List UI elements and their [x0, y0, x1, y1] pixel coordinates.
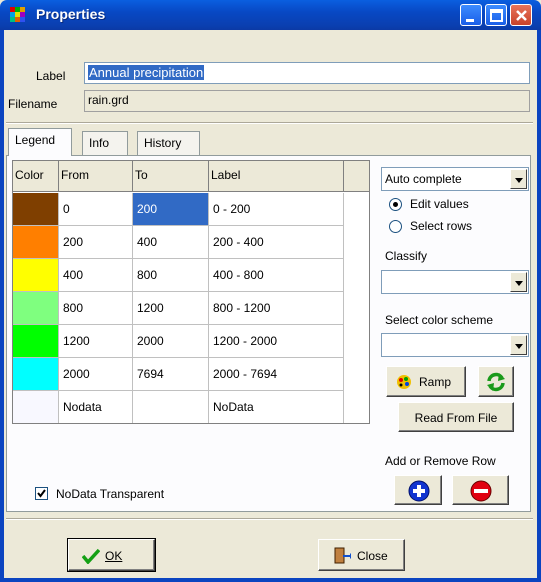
grid-cell-from[interactable]: 2000: [59, 358, 133, 391]
select-rows-radio[interactable]: [389, 220, 402, 233]
ok-button[interactable]: OK: [67, 538, 156, 572]
minus-icon: [470, 480, 492, 502]
filename-field: rain.grd: [84, 90, 530, 112]
ok-button-label: OK: [105, 549, 123, 563]
refresh-button[interactable]: [478, 366, 514, 397]
column-header-from[interactable]: From: [59, 161, 133, 192]
refresh-icon: [487, 372, 505, 392]
label-caption: Label: [36, 69, 66, 83]
grid-cell-from[interactable]: 800: [59, 292, 133, 325]
grid-cell-to[interactable]: 400: [133, 226, 209, 259]
column-header-filler: [344, 161, 369, 192]
color-swatch-cell[interactable]: [13, 259, 59, 292]
add-remove-caption: Add or Remove Row: [385, 454, 496, 468]
chevron-down-icon[interactable]: [510, 169, 527, 189]
classify-select[interactable]: [381, 270, 529, 294]
app-icon: [10, 7, 26, 23]
grid-cell-to[interactable]: [133, 391, 209, 423]
color-scheme-select[interactable]: [381, 333, 529, 357]
classify-caption: Classify: [385, 249, 428, 263]
grid-cell-to[interactable]: 800: [133, 259, 209, 292]
separator: [6, 518, 533, 520]
column-header-color[interactable]: Color: [13, 161, 59, 192]
grid-cell-label[interactable]: 2000 - 7694: [209, 358, 344, 391]
close-icon: [516, 10, 527, 21]
separator: [6, 122, 533, 124]
select-rows-label: Select rows: [410, 219, 473, 233]
color-swatch-cell[interactable]: [13, 325, 59, 358]
chevron-down-icon[interactable]: [510, 335, 527, 355]
grid-cell-to[interactable]: 1200: [133, 292, 209, 325]
grid-cell-from[interactable]: 200: [59, 226, 133, 259]
color-swatch-cell[interactable]: [13, 226, 59, 259]
ramp-button[interactable]: Ramp: [386, 366, 466, 397]
color-swatch-cell[interactable]: [13, 193, 59, 226]
close-button-label: Close: [357, 549, 388, 563]
filename-caption: Filename: [8, 97, 58, 111]
grid-cell-label[interactable]: 1200 - 2000: [209, 325, 344, 358]
edit-values-radio[interactable]: [389, 198, 402, 211]
grid-cell-label[interactable]: 400 - 800: [209, 259, 344, 292]
grid-cell-label[interactable]: 800 - 1200: [209, 292, 344, 325]
label-input-value: Annual precipitation: [88, 65, 205, 80]
remove-row-button[interactable]: [452, 475, 509, 505]
grid-cell-to[interactable]: 2000: [133, 325, 209, 358]
grid-cell-to[interactable]: 200: [133, 193, 209, 226]
checkmark-icon: [37, 489, 46, 498]
tab-history[interactable]: History: [137, 131, 200, 155]
mode-select-value: Auto complete: [385, 172, 462, 186]
add-row-button[interactable]: [394, 475, 442, 505]
grid-cell-from[interactable]: Nodata: [59, 391, 133, 423]
title-bar: Properties: [0, 0, 541, 30]
grid-cell-from[interactable]: 1200: [59, 325, 133, 358]
color-swatch-cell[interactable]: [13, 292, 59, 325]
window-title: Properties: [36, 6, 106, 22]
tab-legend[interactable]: Legend: [8, 128, 72, 156]
minimize-icon: [466, 19, 474, 22]
grid-cell-to[interactable]: 7694: [133, 358, 209, 391]
chevron-down-icon[interactable]: [510, 272, 527, 292]
nodata-transparent-checkbox[interactable]: [35, 487, 48, 500]
close-window-button[interactable]: [510, 4, 532, 26]
maximize-button[interactable]: [485, 4, 507, 26]
mode-select[interactable]: Auto complete: [381, 167, 529, 191]
read-from-file-button[interactable]: Read From File: [398, 402, 514, 432]
grid-cell-from[interactable]: 400: [59, 259, 133, 292]
column-header-label[interactable]: Label: [209, 161, 344, 192]
checkmark-icon: [82, 548, 100, 564]
grid-cell-label[interactable]: NoData: [209, 391, 344, 423]
column-header-to[interactable]: To: [133, 161, 209, 192]
grid-cell-from[interactable]: 0: [59, 193, 133, 226]
color-scheme-caption: Select color scheme: [385, 313, 494, 327]
tab-info[interactable]: Info: [82, 131, 128, 155]
door-exit-icon: [334, 547, 351, 564]
ramp-icon: [397, 375, 411, 389]
plus-icon: [408, 480, 430, 502]
grid-cell-label[interactable]: 200 - 400: [209, 226, 344, 259]
legend-grid[interactable]: Color From To Label 0 200 0 - 200 200 400 200…: [12, 160, 370, 424]
ramp-button-label: Ramp: [419, 375, 452, 389]
label-input[interactable]: Annual precipitation: [84, 62, 530, 84]
color-swatch-cell[interactable]: [13, 391, 59, 423]
maximize-icon: [490, 9, 503, 22]
color-swatch-cell[interactable]: [13, 358, 59, 391]
grid-cell-label[interactable]: 0 - 200: [209, 193, 344, 226]
nodata-transparent-label: NoData Transparent: [56, 487, 165, 501]
minimize-button[interactable]: [460, 4, 482, 26]
edit-values-label: Edit values: [410, 197, 469, 211]
close-button[interactable]: Close: [318, 539, 405, 571]
